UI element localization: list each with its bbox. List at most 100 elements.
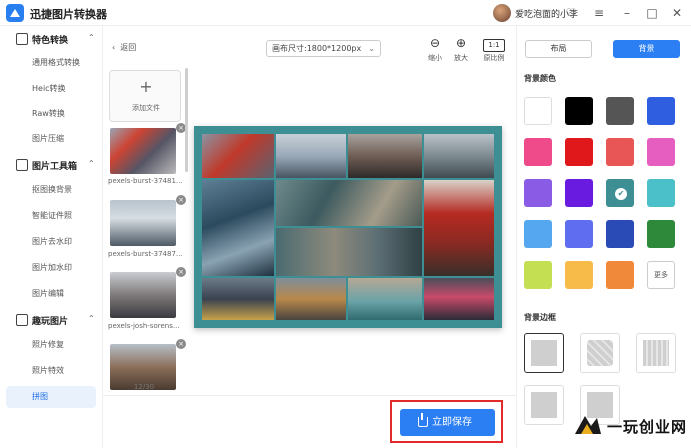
border-option[interactable] — [524, 333, 564, 373]
sidebar-item-compress[interactable]: 图片压缩 — [6, 128, 96, 150]
chevron-up-icon: ⌃ — [88, 33, 95, 42]
sidebar-item-remove-watermark[interactable]: 图片去水印 — [6, 231, 96, 253]
collage-tile[interactable] — [348, 278, 422, 320]
thumbnail-name: pexels-josh-sorens... — [108, 322, 180, 330]
tab-layout[interactable]: 布局 — [525, 40, 592, 58]
fun-icon — [16, 314, 28, 326]
app-title: 迅捷图片转换器 — [30, 8, 107, 21]
color-swatch[interactable] — [606, 220, 634, 248]
sidebar-group-fun[interactable]: 趣玩图片 ⌃ — [0, 309, 103, 331]
color-swatch[interactable] — [606, 261, 634, 289]
thumbnail-image[interactable] — [110, 272, 176, 318]
zoom-in-label: 放大 — [454, 54, 468, 62]
maximize-icon[interactable]: □ — [643, 4, 661, 22]
color-swatch[interactable] — [606, 138, 634, 166]
close-icon[interactable]: × — [176, 339, 186, 349]
collage-tile[interactable] — [276, 228, 422, 276]
collage-tile[interactable] — [202, 134, 274, 178]
bg-color-title: 背景颜色 — [524, 74, 556, 83]
border-option[interactable] — [580, 333, 620, 373]
sidebar-item-edit[interactable]: 图片编辑 — [6, 283, 96, 305]
border-option[interactable] — [636, 333, 676, 373]
close-icon[interactable]: × — [176, 267, 186, 277]
thumbnail-image[interactable] — [110, 200, 176, 246]
sidebar-item-format-convert[interactable]: 通用格式转换 — [6, 52, 96, 74]
sidebar: 特色转换 ⌃ 通用格式转换 Heic转换 Raw转换 图片压缩 图片工具箱 ⌃ … — [0, 26, 103, 448]
thumbnail-image[interactable] — [110, 128, 176, 174]
color-swatch[interactable] — [606, 97, 634, 125]
sidebar-item-repair[interactable]: 照片修复 — [6, 334, 96, 356]
color-swatch[interactable] — [647, 220, 675, 248]
original-ratio-button[interactable]: 1:1 原比例 — [483, 36, 505, 63]
add-file-button[interactable]: + 添加文件 — [109, 70, 181, 122]
collage-tile[interactable] — [202, 180, 274, 276]
border-option[interactable] — [524, 385, 564, 425]
zoom-out-button[interactable]: ⊖ 缩小 — [424, 36, 446, 63]
color-swatch[interactable] — [565, 138, 593, 166]
site-watermark: 一玩创业网 — [571, 410, 689, 442]
group-label: 特色转换 — [32, 36, 69, 46]
back-label: 返回 — [120, 43, 137, 52]
color-swatch[interactable] — [647, 97, 675, 125]
menu-icon[interactable]: ≡ — [590, 4, 608, 22]
collage-tile[interactable] — [202, 278, 274, 320]
thumbnail-name: pexels-burst-37487... — [108, 250, 183, 258]
collage-tile[interactable] — [276, 134, 346, 178]
sidebar-group-toolbox[interactable]: 图片工具箱 ⌃ — [0, 154, 103, 176]
zoom-out-label: 缩小 — [428, 54, 442, 62]
collage-tile[interactable] — [348, 134, 422, 178]
color-swatch[interactable] — [524, 179, 552, 207]
sidebar-group-convert[interactable]: 特色转换 ⌃ — [0, 28, 103, 50]
border-preview — [531, 340, 557, 366]
color-swatch[interactable] — [565, 261, 593, 289]
color-swatch[interactable] — [524, 138, 552, 166]
canvas-size-select[interactable]: 画布尺寸:1800*1200px ⌄ — [266, 40, 381, 57]
sidebar-item-heic[interactable]: Heic转换 — [6, 78, 96, 100]
page-count: 12/30 — [133, 383, 155, 391]
sidebar-item-add-watermark[interactable]: 图片加水印 — [6, 257, 96, 279]
collage-canvas[interactable] — [194, 126, 502, 328]
collage-tile[interactable] — [424, 278, 494, 320]
color-swatch[interactable] — [565, 179, 593, 207]
back-button[interactable]: ‹ 返回 — [112, 42, 136, 53]
toolbox-icon — [16, 159, 28, 171]
zoom-out-icon: ⊖ — [429, 36, 441, 50]
color-swatch[interactable] — [647, 138, 675, 166]
thumbnail-name: pexels-burst-37481... — [108, 177, 183, 185]
more-colors-button[interactable]: 更多 — [647, 261, 675, 289]
color-swatch[interactable] — [565, 97, 593, 125]
sidebar-item-collage[interactable]: 拼图 — [6, 386, 96, 408]
title-bar: 迅捷图片转换器 爱吃泡面的小李 ♡ ≡ – □ ✕ — [0, 0, 691, 26]
collage-tile[interactable] — [424, 180, 494, 276]
color-swatch[interactable] — [524, 261, 552, 289]
collage-tile[interactable] — [276, 278, 346, 320]
skin-icon[interactable]: ♡ — [562, 4, 580, 22]
collage-tile[interactable] — [276, 180, 422, 226]
bg-border-title: 背景边框 — [524, 313, 556, 322]
canvas-size-label: 画布尺寸:1800*1200px — [272, 44, 362, 53]
color-swatch[interactable] — [524, 97, 552, 125]
sidebar-item-cutout[interactable]: 抠图换背景 — [6, 179, 96, 201]
zoom-in-button[interactable]: ⊕ 放大 — [450, 36, 472, 63]
color-swatch[interactable] — [647, 179, 675, 207]
close-icon[interactable]: × — [176, 195, 186, 205]
color-swatch[interactable] — [565, 220, 593, 248]
sidebar-item-id-photo[interactable]: 智能证件照 — [6, 205, 96, 227]
chevron-down-icon: ⌄ — [368, 44, 375, 53]
save-button[interactable]: 立即保存 — [400, 409, 495, 436]
plus-icon: + — [139, 77, 153, 96]
convert-icon — [16, 33, 28, 45]
color-swatch[interactable]: ✔ — [606, 179, 634, 207]
avatar[interactable] — [493, 4, 511, 22]
color-swatch[interactable] — [524, 220, 552, 248]
sidebar-item-raw[interactable]: Raw转换 — [6, 103, 96, 125]
original-ratio-label: 原比例 — [483, 54, 505, 62]
collage-tile[interactable] — [424, 134, 494, 178]
check-icon: ✔ — [615, 188, 627, 200]
tab-background[interactable]: 背景 — [613, 40, 680, 58]
ratio-icon: 1:1 — [483, 39, 505, 52]
thumbnail-scrollbar[interactable] — [185, 68, 188, 172]
close-icon[interactable]: ✕ — [668, 4, 686, 22]
minimize-icon[interactable]: – — [618, 4, 636, 22]
sidebar-item-effects[interactable]: 照片特效 — [6, 360, 96, 382]
